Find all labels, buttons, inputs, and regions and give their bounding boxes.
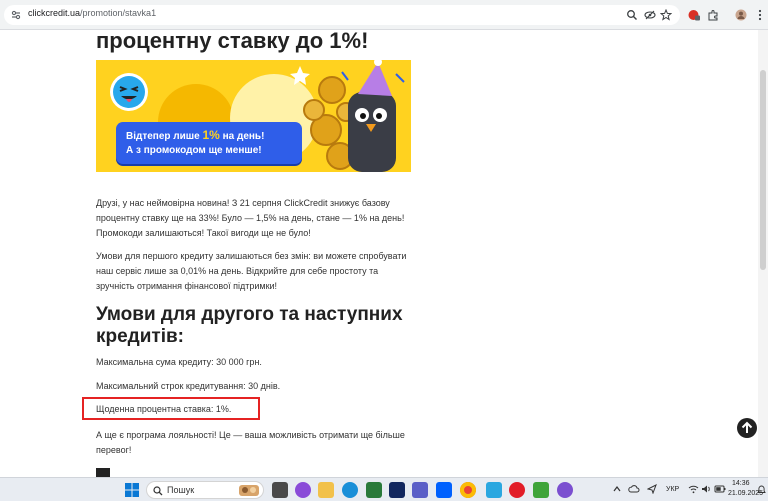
arrow-up-icon [741,421,753,433]
edge-browser-icon[interactable] [342,482,358,498]
telegram-icon[interactable] [486,482,502,498]
input-language[interactable]: УКР [666,486,679,493]
copilot-icon[interactable] [295,482,311,498]
browser-toolbar: clickcredit.ua/promotion/stavka1 [0,0,768,30]
teams-icon[interactable] [412,482,428,498]
battery-icon[interactable] [714,484,726,494]
volume-icon[interactable] [701,484,712,494]
bookmark-star-icon[interactable] [660,9,672,21]
promo-message-box: Відтепер лише 1% на день! А з промокодом… [116,122,302,164]
windows-taskbar: Пошук УКР 14:36 21.09.2025 [0,477,768,501]
wifi-icon[interactable] [688,484,699,494]
url-text[interactable]: clickcredit.ua/promotion/stavka1 [28,8,156,18]
conditions-heading: Умови для другого та наступних кредитів: [96,304,426,348]
highlight-annotation [82,397,260,420]
notification-bell-icon[interactable] [757,485,766,495]
search-placeholder: Пошук [167,485,195,495]
tracking-protection-icon[interactable] [644,9,656,21]
opera-icon[interactable] [509,482,525,498]
zoom-icon[interactable] [626,9,638,21]
article-heading-top: процентну ставку до 1%! [96,28,369,53]
loyalty-paragraph: А ще є програма лояльності! Це — ваша мо… [96,428,416,458]
viber-icon[interactable] [557,482,573,498]
search-icon [153,486,163,496]
l-app-icon[interactable] [389,482,405,498]
promo-banner: Відтепер лише 1% на день! А з промокодом… [96,60,411,172]
url-host: clickcredit.ua [28,8,81,18]
promo-line-2: А з промокодом ще менше! [126,145,262,156]
loyalty-line: А ще є програма лояльності! Це — ваша мо… [96,430,405,440]
file-explorer-icon[interactable] [318,482,334,498]
next-heading-partial [96,468,110,477]
first-credit-paragraph: Умови для першого кредиту залишаються бе… [96,249,416,294]
url-path: /promotion/stavka1 [80,8,157,18]
scroll-to-top-button[interactable] [737,418,757,438]
promo-rate-highlight: 1% [202,128,220,142]
windows-start-icon[interactable] [125,483,139,497]
intro-line: Промокоди залишаються! Такої вигоди ще н… [96,228,311,238]
conditions-heading-line: Умови для другого та наступних [96,304,403,325]
intro-line: процентну ставку ще на 33%! Було — 1,5% … [96,213,405,223]
conditions-heading-line: кредитів: [96,326,185,347]
chrome-icon[interactable] [460,482,476,498]
first-credit-line: Умови для першого кредиту залишаються бе… [96,251,407,261]
address-bar[interactable]: clickcredit.ua/promotion/stavka1 [4,5,680,25]
page-scrollbar[interactable] [758,30,768,477]
send-icon[interactable] [647,484,657,494]
clock-time[interactable]: 14:36 [732,480,750,487]
search-highlight-icon [239,485,259,496]
intro-paragraph: Друзі, у нас неймовірна новина! З 21 сер… [96,196,416,241]
laughing-emoji-icon [110,73,148,111]
taskbar-search-box[interactable]: Пошук [146,481,264,499]
loyalty-line: перевог! [96,445,132,455]
extension-badge-icon[interactable] [688,9,700,21]
store-icon[interactable] [366,482,382,498]
promo-line-1: Відтепер лише 1% на день! [126,128,264,142]
first-credit-line: зручність отримання фінансової підтримки… [96,281,278,291]
scrollbar-thumb[interactable] [760,70,766,270]
condition-max-amount: Максимальна сума кредиту: 30 000 грн. [96,357,262,367]
intro-line: Друзі, у нас неймовірна новина! З 21 сер… [96,198,390,208]
promo-line-1-pre: Відтепер лише [126,131,203,142]
task-view-icon[interactable] [272,482,288,498]
dropbox-icon[interactable] [436,482,452,498]
first-credit-line: наш сервіс лише за 0,01% на день. Відкри… [96,266,379,276]
condition-max-term: Максимальний строк кредитування: 30 днів… [96,381,281,391]
green-app-icon[interactable] [533,482,549,498]
chrome-menu-icon[interactable] [754,9,766,21]
site-settings-icon[interactable] [10,9,22,21]
tray-chevron-up-icon[interactable] [612,484,622,494]
extensions-puzzle-icon[interactable] [707,9,719,21]
promo-line-1-post: на день! [219,131,265,142]
profile-avatar-icon[interactable] [735,9,747,21]
cloud-icon[interactable] [628,484,640,494]
